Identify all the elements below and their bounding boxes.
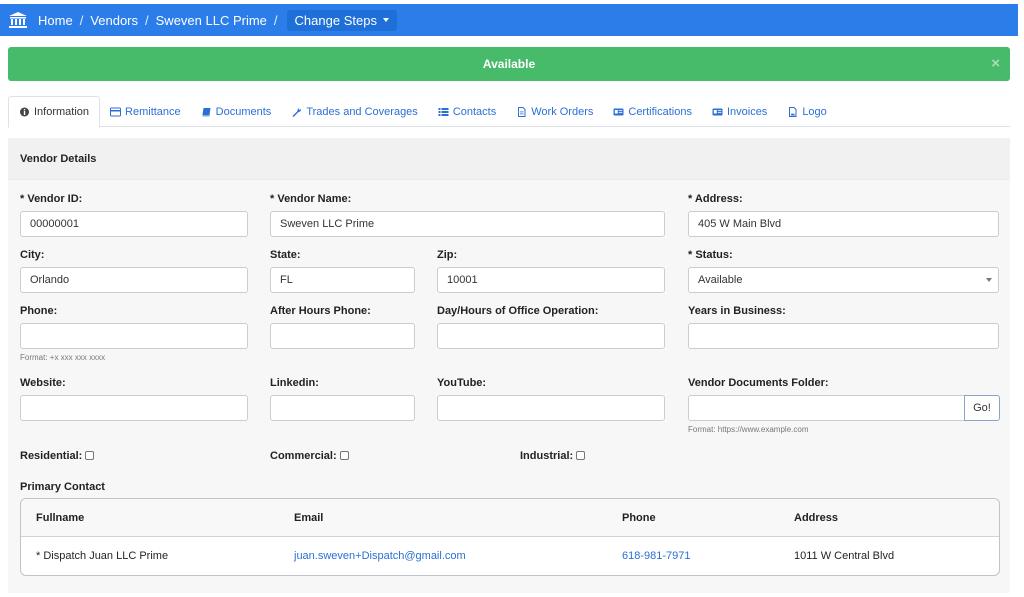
phone-input[interactable] bbox=[20, 323, 248, 349]
breadcrumb-separator: / bbox=[145, 12, 149, 28]
linkedin-input[interactable] bbox=[270, 395, 415, 421]
tab-label: Documents bbox=[215, 105, 272, 118]
go-button[interactable]: Go! bbox=[964, 395, 1000, 421]
breadcrumb-home[interactable]: Home bbox=[38, 13, 73, 28]
breadcrumb: Home / Vendors / Sweven LLC Prime / Chan… bbox=[0, 4, 1018, 36]
primary-contact-title: Primary Contact bbox=[20, 481, 105, 493]
status-select[interactable]: Available bbox=[688, 267, 999, 293]
table-row: * Dispatch Juan LLC Prime juan.sweven+Di… bbox=[21, 537, 999, 575]
contact-address: 1011 W Central Blvd bbox=[794, 550, 895, 562]
tab-label: Work Orders bbox=[531, 105, 594, 118]
tab-remittance[interactable]: Remittance bbox=[100, 96, 191, 127]
book-icon bbox=[202, 107, 211, 116]
tab-information[interactable]: Information bbox=[8, 96, 101, 128]
tab-label: Invoices bbox=[726, 105, 768, 118]
tab-bar: Information Remittance Documents Trades … bbox=[8, 96, 1010, 128]
linkedin-label: Linkedin: bbox=[270, 377, 319, 389]
primary-contact-table: Fullname Email Phone Address * Dispatch … bbox=[20, 498, 1000, 576]
breadcrumb-separator: / bbox=[79, 12, 84, 28]
tab-label: Trades and Coverages bbox=[306, 105, 418, 118]
breadcrumb-vendor[interactable]: Sweven LLC Prime bbox=[156, 13, 267, 28]
zip-label: Zip: bbox=[437, 249, 458, 261]
tab-certifications[interactable]: Certifications bbox=[603, 96, 702, 127]
chevron-down-icon bbox=[986, 278, 992, 282]
vendor-documents-folder-label: Vendor Documents Folder: bbox=[688, 377, 829, 389]
contact-fullname: * Dispatch Juan LLC Prime bbox=[36, 550, 169, 562]
contact-email-link[interactable]: juan.sweven+Dispatch@gmail.com bbox=[294, 550, 466, 562]
years-in-business-input[interactable] bbox=[688, 323, 999, 349]
residential-label: Residential: bbox=[20, 450, 83, 462]
status-alert-text: Available bbox=[482, 57, 536, 71]
wrench-icon bbox=[292, 107, 302, 117]
tab-label: Remittance bbox=[125, 105, 181, 118]
caret-down-icon bbox=[382, 18, 389, 22]
url-format-hint: Format: https://www.example.com bbox=[688, 425, 809, 434]
file-icon bbox=[518, 106, 526, 117]
state-label: State: bbox=[270, 249, 301, 261]
tab-invoices[interactable]: Invoices bbox=[702, 96, 777, 127]
change-steps-dropdown[interactable]: Change Steps bbox=[286, 9, 397, 31]
commercial-checkbox[interactable] bbox=[339, 451, 349, 460]
city-label: City: bbox=[20, 249, 45, 261]
residential-checkbox[interactable] bbox=[85, 451, 95, 460]
tab-documents[interactable]: Documents bbox=[191, 96, 282, 127]
commercial-field: Commercial: bbox=[270, 450, 349, 462]
phone-format-hint: Format: +x xxx xxx xxxx bbox=[20, 353, 106, 362]
office-hours-input[interactable] bbox=[437, 323, 665, 349]
close-icon[interactable]: × bbox=[991, 55, 1000, 72]
image-file-icon bbox=[789, 106, 797, 117]
tab-label: Information bbox=[34, 106, 90, 118]
address-label: * Address: bbox=[688, 193, 743, 205]
contact-phone-link[interactable]: 618-981-7971 bbox=[622, 550, 691, 562]
tab-label: Logo bbox=[802, 105, 827, 118]
id-card-icon bbox=[613, 108, 624, 115]
status-alert: Available × bbox=[8, 47, 1010, 81]
status-label: * Status: bbox=[688, 249, 733, 261]
info-circle-icon bbox=[20, 107, 29, 117]
industrial-label: Industrial: bbox=[520, 450, 574, 462]
tab-label: Contacts bbox=[452, 105, 497, 118]
office-hours-label: Day/Hours of Office Operation: bbox=[437, 305, 599, 317]
vendor-documents-folder-input[interactable] bbox=[688, 395, 965, 421]
address-input[interactable]: 405 W Main Blvd bbox=[688, 211, 999, 237]
vendor-id-input[interactable]: 00000001 bbox=[20, 211, 248, 237]
tab-logo[interactable]: Logo bbox=[777, 96, 836, 127]
column-header-phone: Phone bbox=[622, 512, 656, 524]
after-hours-phone-label: After Hours Phone: bbox=[270, 305, 371, 317]
after-hours-phone-input[interactable] bbox=[270, 323, 415, 349]
credit-card-icon bbox=[110, 107, 122, 116]
commercial-label: Commercial: bbox=[270, 450, 337, 462]
column-header-fullname: Fullname bbox=[36, 512, 85, 524]
vendor-name-label: * Vendor Name: bbox=[270, 193, 352, 205]
industrial-field: Industrial: bbox=[520, 450, 586, 462]
breadcrumb-vendors[interactable]: Vendors bbox=[90, 13, 138, 28]
column-header-address: Address bbox=[794, 512, 839, 524]
years-in-business-label: Years in Business: bbox=[688, 305, 786, 317]
phone-label: Phone: bbox=[20, 305, 58, 317]
residential-field: Residential: bbox=[20, 450, 95, 462]
list-icon bbox=[438, 107, 449, 116]
status-select-value: Available bbox=[698, 274, 743, 286]
card-title: Vendor Details bbox=[8, 138, 1010, 180]
vendor-id-label: * Vendor ID: bbox=[20, 193, 83, 205]
zip-input[interactable]: 10001 bbox=[437, 267, 665, 293]
industrial-checkbox[interactable] bbox=[576, 451, 586, 460]
youtube-label: YouTube: bbox=[437, 377, 487, 389]
tab-trades-and-coverages[interactable]: Trades and Coverages bbox=[281, 96, 428, 127]
table-header: Fullname Email Phone Address bbox=[21, 499, 999, 537]
website-input[interactable] bbox=[20, 395, 248, 421]
tab-contacts[interactable]: Contacts bbox=[428, 96, 506, 127]
id-card-icon bbox=[712, 108, 723, 115]
vendor-name-input[interactable]: Sweven LLC Prime bbox=[270, 211, 665, 237]
breadcrumb-separator: / bbox=[273, 12, 278, 28]
tab-work-orders[interactable]: Work Orders bbox=[506, 96, 603, 127]
state-input[interactable]: FL bbox=[270, 267, 415, 293]
youtube-input[interactable] bbox=[437, 395, 665, 421]
column-header-email: Email bbox=[294, 512, 324, 524]
tab-label: Certifications bbox=[628, 105, 692, 118]
website-label: Website: bbox=[20, 377, 66, 389]
city-input[interactable]: Orlando bbox=[20, 267, 248, 293]
bank-icon[interactable] bbox=[8, 11, 28, 29]
change-steps-label: Change Steps bbox=[294, 12, 377, 28]
